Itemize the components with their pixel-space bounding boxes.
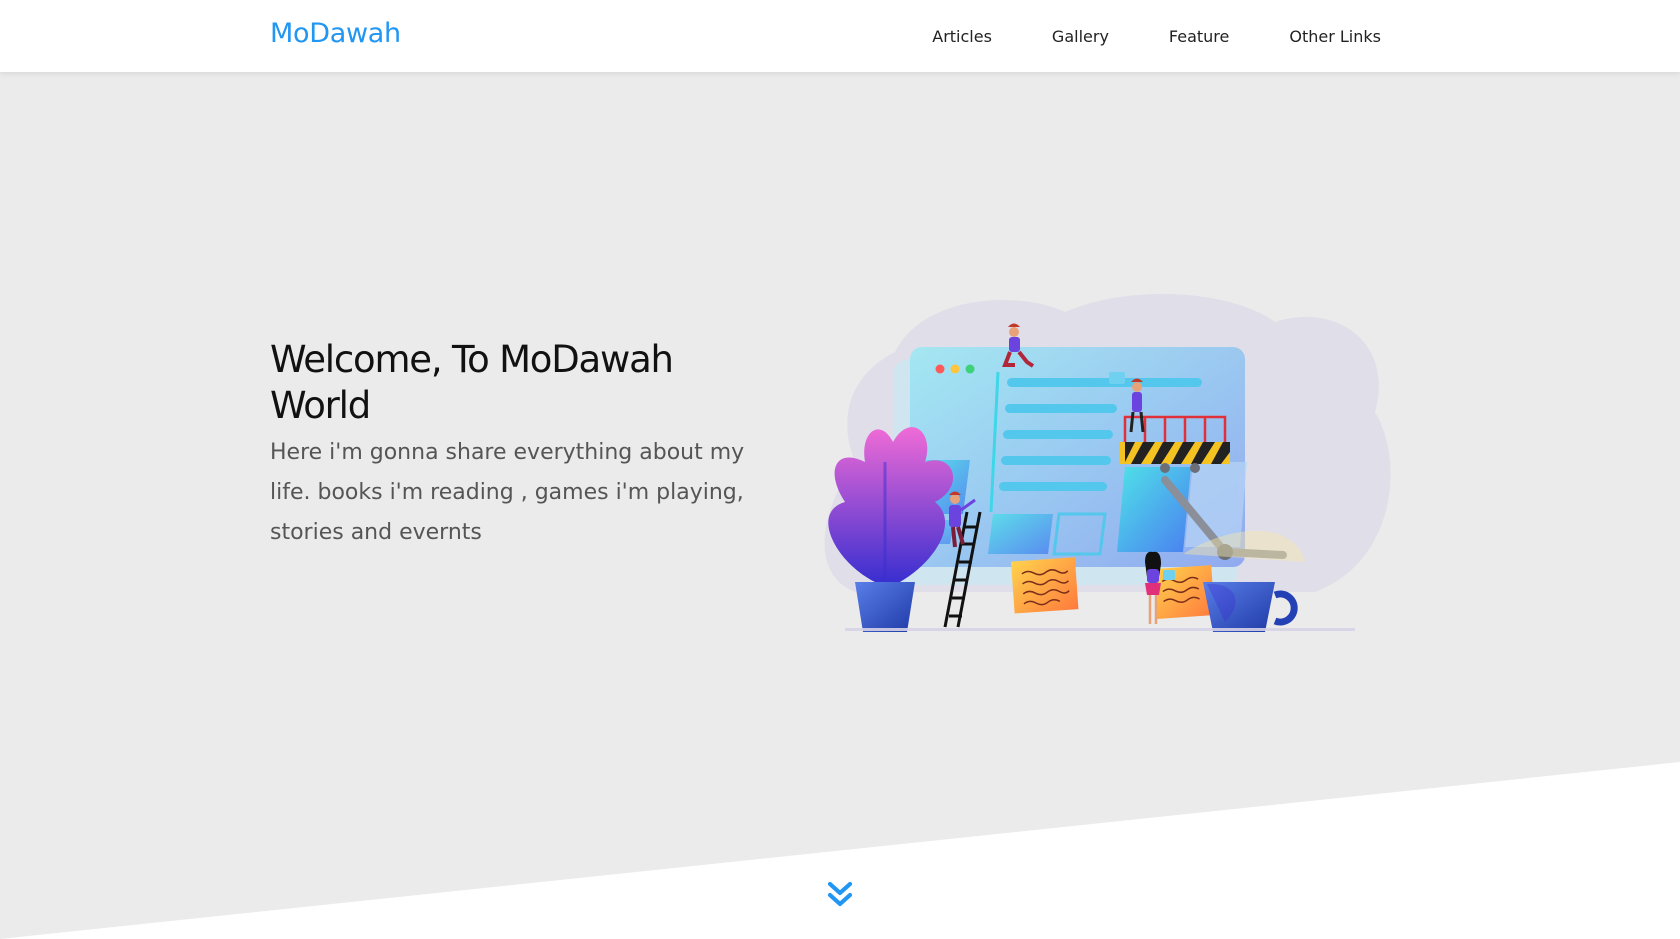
landing-subtitle: Here i'm gonna share everything about my…	[270, 440, 745, 545]
landing-section: Welcome, To MoDawah World Here i'm gonna…	[0, 72, 1680, 939]
landing-text: Welcome, To MoDawah World Here i'm gonna…	[270, 337, 780, 553]
nav-link-other-links[interactable]: Other Links	[1289, 27, 1381, 46]
site-logo[interactable]: MoDawah	[270, 18, 401, 49]
nav-link-feature[interactable]: Feature	[1169, 27, 1229, 46]
double-chevron-down-icon[interactable]	[822, 878, 858, 914]
website-building-illustration	[824, 293, 1391, 632]
main-nav: Articles Gallery Feature Other Links	[932, 0, 1381, 72]
site-header: MoDawah Articles Gallery Feature Other L…	[0, 0, 1680, 72]
nav-link-articles[interactable]: Articles	[932, 27, 992, 46]
nav-link-gallery[interactable]: Gallery	[1052, 27, 1109, 46]
landing-title: Welcome, To MoDawah World	[270, 338, 674, 427]
